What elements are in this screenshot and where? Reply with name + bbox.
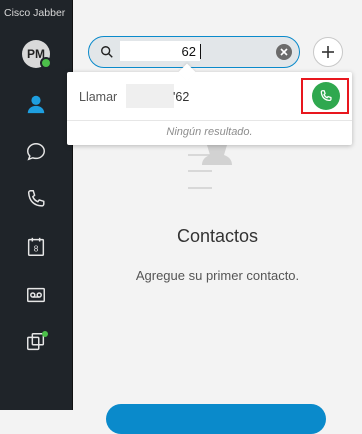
close-icon bbox=[280, 48, 288, 56]
sidebar-item-calls[interactable] bbox=[24, 187, 48, 211]
phone-icon bbox=[320, 90, 332, 102]
sidebar-item-custom-tabs[interactable] bbox=[24, 330, 48, 354]
sidebar-item-voicemail[interactable] bbox=[24, 283, 48, 307]
no-results-text: Ningún resultado. bbox=[166, 126, 253, 138]
phone-icon bbox=[27, 190, 45, 207]
left-navigation-rail: Cisco Jabber PM 8 bbox=[0, 0, 73, 410]
sidebar-item-contacts[interactable] bbox=[24, 92, 48, 116]
plus-icon bbox=[322, 46, 334, 58]
call-number-row[interactable]: Llamar '62 bbox=[67, 72, 352, 120]
clear-search-button[interactable] bbox=[276, 44, 292, 60]
add-button[interactable] bbox=[313, 37, 343, 67]
person-icon bbox=[27, 95, 45, 114]
presence-indicator bbox=[40, 57, 52, 69]
calendar-icon: 8 bbox=[27, 237, 45, 256]
sidebar-item-meetings[interactable]: 8 bbox=[24, 235, 48, 259]
search-field[interactable] bbox=[88, 36, 300, 68]
chat-bubble-icon bbox=[27, 143, 45, 161]
user-avatar[interactable]: PM bbox=[22, 40, 52, 69]
sidebar-item-chats[interactable] bbox=[24, 140, 48, 164]
notification-dot bbox=[42, 331, 48, 337]
call-button[interactable] bbox=[312, 82, 340, 110]
call-button-highlight bbox=[301, 78, 349, 114]
empty-state-title: Contactos bbox=[176, 226, 259, 246]
divider bbox=[67, 120, 352, 121]
empty-state-subtitle: Agregue su primer contacto. bbox=[135, 268, 300, 283]
add-contact-button[interactable] bbox=[106, 404, 326, 434]
app-title: Cisco Jabber bbox=[4, 7, 66, 19]
search-input[interactable] bbox=[120, 41, 200, 61]
search-icon bbox=[101, 46, 113, 58]
calendar-day: 8 bbox=[34, 245, 39, 254]
search-results-dropdown: Llamar '62 Ningún resultado. bbox=[67, 72, 352, 145]
voicemail-icon bbox=[27, 287, 45, 303]
redacted-number bbox=[126, 84, 174, 108]
call-number: '62 bbox=[173, 90, 190, 104]
main-panel: Contactos Agregue su primer contacto. Ll… bbox=[67, 0, 362, 434]
call-label: Llamar bbox=[79, 90, 118, 104]
empty-contacts-illustration bbox=[188, 145, 232, 189]
text-caret bbox=[200, 44, 201, 59]
